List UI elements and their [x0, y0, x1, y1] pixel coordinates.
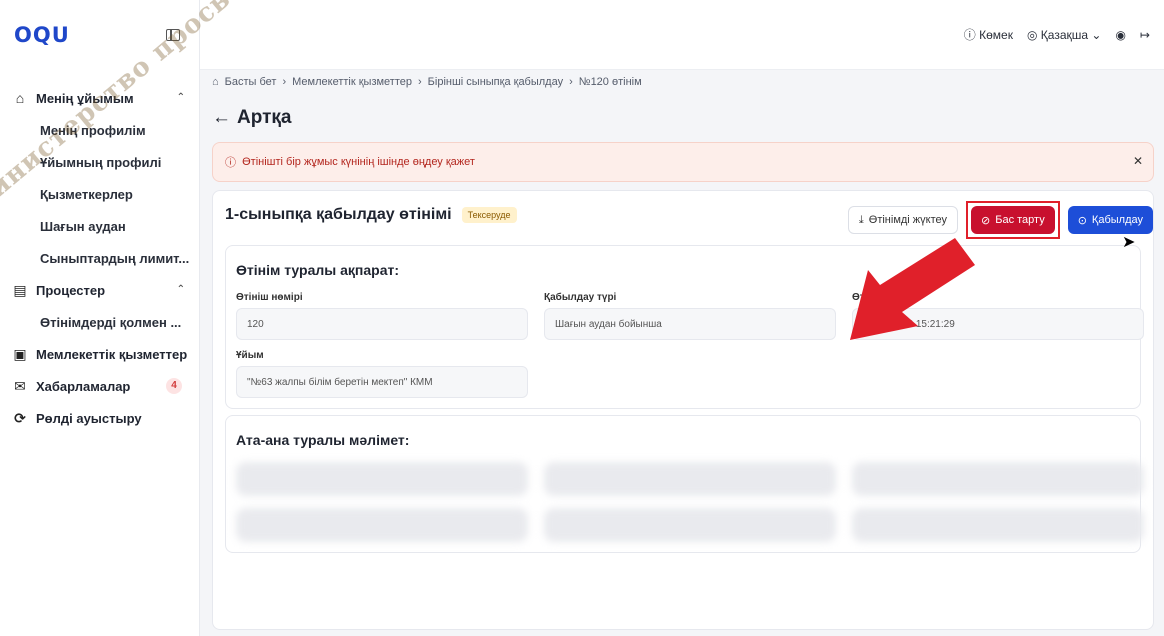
sidebar-item-class-limits[interactable]: Сыныптардың лимит...: [0, 242, 199, 274]
field-admission-type: Қабылдау түрі Шағын аудан бойынша: [544, 292, 836, 340]
home-icon: ⌂: [212, 76, 219, 88]
blurred-field: [544, 508, 836, 542]
breadcrumb-separator: ›: [569, 76, 573, 88]
blurred-field: [544, 462, 836, 496]
breadcrumb-item[interactable]: Бірінші сыныпқа қабылдау: [428, 76, 563, 88]
arrow-left-icon: ←: [212, 107, 231, 128]
sidebar-item-public-services[interactable]: ▣ Мемлекеттік қызметтер: [0, 338, 199, 370]
sidebar-item-label: Хабарламалар: [36, 378, 131, 394]
blurred-field: [852, 462, 1144, 496]
sidebar-group-my-organization[interactable]: ⌂ Менің ұйымым ⌃: [0, 82, 199, 114]
sidebar-group-processes[interactable]: ▤ Процестер ⌃: [0, 274, 199, 306]
field-value: "№63 жалпы білім беретін мектеп" КММ: [236, 366, 528, 398]
help-icon: ⓘ: [963, 28, 980, 42]
info-icon: ⓘ: [225, 157, 243, 169]
reject-label: Бас тарту: [995, 214, 1045, 226]
logo-row: OQU: [0, 0, 199, 70]
chevron-down-icon: ⌄: [1088, 27, 1102, 42]
sidebar-item-employees[interactable]: Қызметкерлер: [0, 178, 199, 210]
language-label: Қазақша: [1040, 27, 1089, 42]
breadcrumb-item[interactable]: Мемлекеттік қызметтер: [292, 76, 412, 88]
sidebar-collapse-icon[interactable]: [166, 29, 180, 41]
field-value: Шағын аудан бойынша: [544, 308, 836, 340]
refresh-icon: ⟳: [14, 410, 26, 426]
user-icon[interactable]: ◉: [1115, 28, 1125, 42]
info-fields: Өтініш нөмірі 120 Қабылдау түрі Шағын ау…: [236, 292, 1144, 398]
field-application-number: Өтініш нөмірі 120: [236, 292, 528, 340]
close-icon[interactable]: ✕: [1133, 154, 1143, 168]
blurred-field: [852, 508, 1144, 542]
application-info-section: Өтінім туралы ақпарат: Өтініш нөмірі 120…: [225, 245, 1144, 409]
parent-info-section: Ата-ана туралы мәлімет:: [225, 415, 1144, 553]
breadcrumb-separator: ›: [418, 76, 422, 88]
globe-icon: ◎: [1026, 27, 1041, 42]
status-badge: Тексеруде: [461, 207, 517, 223]
field-value: 18.03.2026 15:21:29: [852, 308, 1144, 340]
sidebar-item-my-profile[interactable]: Менің профилім: [0, 114, 199, 146]
download-label: Өтінімді жүктеу: [868, 214, 948, 226]
sidebar-group-label: Менің ұйымым: [36, 90, 134, 106]
field-organization: Ұйым "№63 жалпы білім беретін мектеп" КМ…: [236, 350, 528, 398]
accept-button[interactable]: ⊙ Қабылдау: [1067, 206, 1153, 234]
sidebar-item-label: Рөлді ауыстыру: [36, 410, 142, 426]
breadcrumb-current: №120 өтінім: [578, 76, 642, 88]
sidebar-item-microdistrict[interactable]: Шағын аудан: [0, 210, 199, 242]
chevron-up-icon: ⌃: [176, 92, 185, 103]
building-icon: ⌂: [15, 90, 25, 106]
action-buttons: ⤓ Өтінімді жүктеу ⊘ Бас тарту ⊙ Қабылдау: [847, 201, 1153, 239]
field-submitted-date: Өт 18.03.2026 15:21:29: [852, 292, 1144, 340]
language-select[interactable]: ◎ Қазақша ⌄: [1027, 28, 1101, 42]
blurred-field: [236, 508, 528, 542]
oqu-logo[interactable]: OQU: [14, 23, 70, 47]
breadcrumb-item[interactable]: Басты бет: [225, 76, 277, 88]
blurred-field: [236, 462, 528, 496]
blurred-row: [236, 462, 1144, 496]
clipboard-icon: ▤: [13, 282, 27, 298]
field-label: Өтініш нөмірі: [236, 292, 303, 303]
top-actions: ⓘ Көмек ◎ Қазақша ⌄ ◉ ↦: [964, 26, 1150, 43]
breadcrumb: ⌂ Басты бет › Мемлекеттік қызметтер › Бірі…: [212, 70, 1154, 94]
field-label: Өт: [852, 292, 865, 303]
reject-highlight-box: ⊘ Бас тарту: [966, 201, 1060, 239]
message-icon: ✉: [14, 378, 26, 394]
sidebar-item-manual-applications[interactable]: Өтінімдерді қолмен ...: [0, 306, 199, 338]
main-content: ⌂ Басты бет › Мемлекеттік қызметтер › Бірі…: [200, 70, 1164, 636]
breadcrumb-separator: ›: [282, 76, 287, 88]
accept-label: Қабылдау: [1091, 214, 1143, 226]
sidebar-item-label: Мемлекеттік қызметтер: [36, 346, 188, 362]
help-link[interactable]: ⓘ Көмек: [964, 26, 1013, 43]
sidebar-group-label: Процестер: [36, 282, 106, 298]
field-value: 120: [236, 308, 528, 340]
download-icon: ⤓: [858, 213, 864, 226]
section-title: Өтінім туралы ақпарат:: [236, 262, 400, 278]
topbar: ⓘ Көмек ◎ Қазақша ⌄ ◉ ↦: [200, 0, 1164, 70]
field-label: Ұйым: [236, 350, 264, 361]
back-button[interactable]: ← Артқа: [212, 104, 1154, 132]
help-label: Көмек: [979, 27, 1013, 42]
services-icon: ▣: [13, 346, 27, 362]
mouse-cursor-icon: ➤: [1122, 234, 1136, 251]
sidebar-item-org-profile[interactable]: Ұйымның профилі: [0, 146, 199, 178]
check-circle-icon: ⊙: [1077, 214, 1087, 227]
notification-count-badge: 4: [166, 378, 182, 394]
logout-icon[interactable]: ↦: [1140, 28, 1150, 42]
ban-icon: ⊘: [981, 214, 991, 227]
deadline-alert: ⓘ Өтінішті бір жұмыс күнінің ішінде өңде…: [212, 142, 1154, 182]
card-header: 1-сыныпқа қабылдау өтінімі Тексеруде ⤓ Ө…: [213, 191, 1153, 239]
download-application-button[interactable]: ⤓ Өтінімді жүктеу: [847, 206, 959, 234]
sidebar-nav: ⌂ Менің ұйымым ⌃ Менің профилім Ұйымның …: [0, 82, 199, 434]
sidebar-item-notifications[interactable]: ✉ Хабарламалар 4: [0, 370, 199, 402]
back-label: Артқа: [237, 107, 292, 128]
section-title: Ата-ана туралы мәлімет:: [236, 432, 410, 448]
sidebar-item-switch-role[interactable]: ⟳ Рөлді ауыстыру: [0, 402, 199, 434]
application-card: 1-сыныпқа қабылдау өтінімі Тексеруде ⤓ Ө…: [212, 190, 1154, 630]
sidebar: OQU ⌂ Менің ұйымым ⌃ Менің профилім Ұйым…: [0, 0, 200, 636]
reject-button[interactable]: ⊘ Бас тарту: [971, 206, 1055, 234]
field-label: Қабылдау түрі: [544, 292, 617, 303]
chevron-up-icon: ⌃: [176, 284, 185, 295]
application-title: 1-сыныпқа қабылдау өтінімі: [225, 206, 452, 223]
blurred-row: [236, 508, 1144, 542]
alert-text: Өтінішті бір жұмыс күнінің ішінде өңдеу …: [242, 156, 475, 168]
